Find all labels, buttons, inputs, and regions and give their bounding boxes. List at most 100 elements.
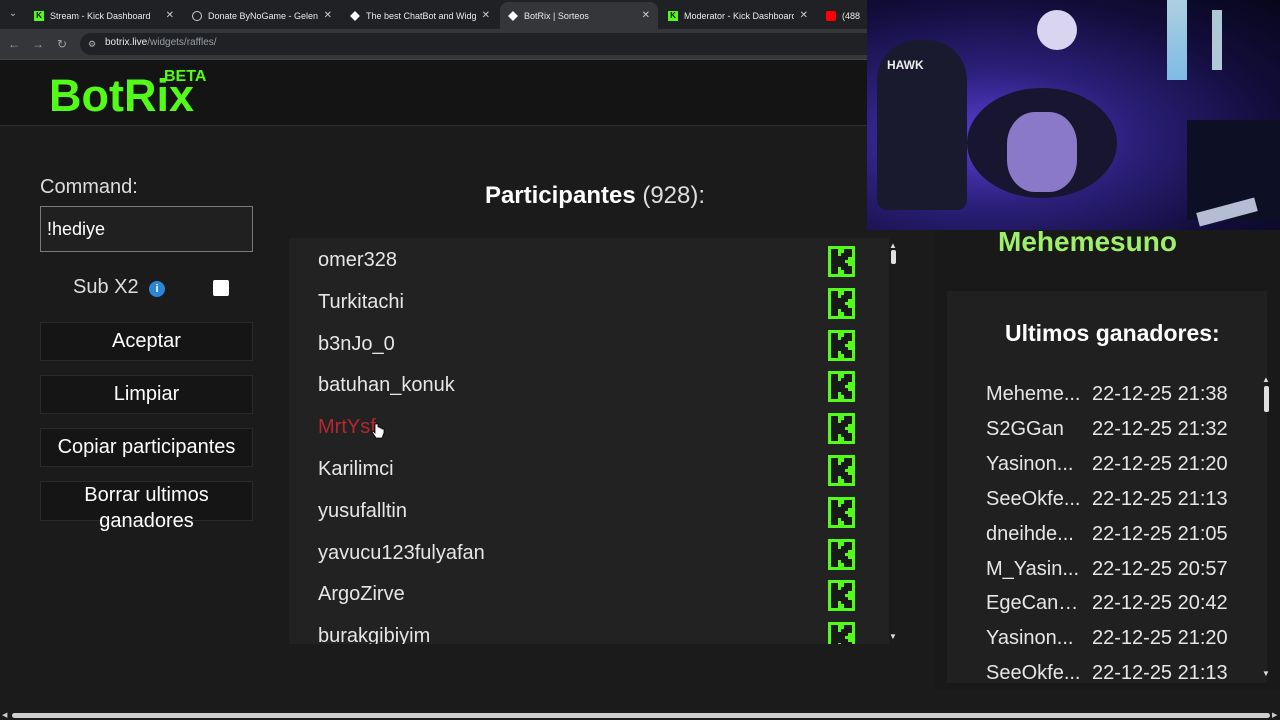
kick-icon: [828, 496, 855, 528]
participant-name[interactable]: b3nJo_0: [318, 333, 395, 356]
diamond-icon: [350, 10, 360, 21]
participant-name[interactable]: Karilimci: [318, 458, 394, 481]
close-icon[interactable]: ✕: [482, 10, 490, 21]
scroll-down-icon[interactable]: ▼: [1262, 669, 1270, 678]
command-input[interactable]: [40, 206, 253, 252]
horizontal-scrollbar[interactable]: [12, 713, 1270, 718]
kick-icon: K: [34, 10, 44, 21]
skull-decoration: [1037, 10, 1077, 50]
winner-row-name: Meheme...: [986, 383, 1081, 405]
scroll-right-icon[interactable]: ▶: [1272, 711, 1277, 719]
participant-name[interactable]: omer328: [318, 249, 397, 272]
diamond-icon: [508, 10, 518, 21]
participants-list[interactable]: omer328 Turkitachi b3nJo_0 batuhan_konuk Mrt…: [289, 238, 889, 644]
current-winner-name: Mehemesuno: [998, 226, 1177, 257]
participant-name[interactable]: yusufalltin: [318, 500, 407, 523]
winner-row-date: 22-12-25 21:13: [1092, 487, 1228, 510]
participants-scrollbar[interactable]: [891, 250, 896, 264]
reload-icon[interactable]: ↻: [54, 36, 70, 52]
winner-row-date: 22-12-25 21:38: [1092, 383, 1228, 405]
participant-name[interactable]: ArgoZirve: [318, 583, 405, 606]
sub-x2-checkbox[interactable]: [213, 280, 229, 296]
info-icon[interactable]: i: [149, 281, 165, 297]
winner-row-date: 22-12-25 21:20: [1092, 627, 1228, 650]
site-info-icon[interactable]: ⚙: [88, 38, 100, 50]
scroll-down-icon[interactable]: ▼: [888, 632, 898, 642]
scroll-left-icon[interactable]: ◀: [2, 711, 7, 719]
winner-row-name: S2GGan: [986, 417, 1064, 440]
participant-name[interactable]: Turkitachi: [318, 291, 404, 314]
globe-icon: [192, 10, 202, 21]
kick-icon: [828, 580, 855, 612]
kick-icon: [828, 455, 855, 486]
close-icon[interactable]: ✕: [642, 10, 650, 21]
delete-last-winners-button[interactable]: Borrar ultimos ganadores: [40, 481, 253, 532]
winner-row-date: 22-12-25 20:42: [1092, 592, 1228, 615]
tab-moderator[interactable]: K Moderator - Kick Dashboard ✕: [660, 2, 816, 29]
winner-row-name: SeeOkfe...: [986, 487, 1081, 510]
winner-row-name: EgeCann...: [986, 592, 1084, 615]
tab-search-button[interactable]: ⌄: [4, 4, 22, 24]
copy-participants-button[interactable]: Copiar participantes: [40, 428, 253, 467]
winner-row-date: 22-12-25 21:05: [1092, 522, 1228, 545]
webcam-overlay: HAWK: [867, 0, 1280, 230]
beta-badge: BETA: [164, 68, 207, 85]
clear-button[interactable]: Limpiar: [40, 375, 253, 414]
winner-row-name: SeeOkfe...: [986, 662, 1081, 685]
participant-name[interactable]: burakgibiyim: [318, 625, 430, 644]
tab-chatbot[interactable]: The best ChatBot and Widgets ✕: [342, 2, 498, 29]
participant-row[interactable]: b3nJo_0: [289, 322, 889, 364]
participant-name[interactable]: yavucu123fulyafan: [318, 542, 485, 565]
led-light: [1167, 0, 1187, 80]
tab-label: Stream - Kick Dashboard: [50, 10, 151, 21]
kick-icon: K: [668, 10, 678, 21]
last-winners-title: Ultimos ganadores:: [1005, 320, 1220, 346]
participants-title: Participantes (928):: [484, 182, 706, 209]
tab-donate[interactable]: Donate ByNoGame - Gelen/Gid ✕: [184, 2, 340, 29]
participant-row[interactable]: omer328: [289, 238, 889, 280]
participant-row[interactable]: burakgibiyim: [289, 614, 889, 644]
winner-row-name: Yasinon...: [986, 452, 1074, 475]
winner-row-date: 22-12-25 21:32: [1092, 417, 1228, 440]
sub-x2-label: Sub X2: [73, 276, 139, 298]
winner-row-name: M_Yasin...: [986, 557, 1079, 580]
kick-icon: [828, 538, 855, 570]
last-winners-scrollbar[interactable]: [1264, 386, 1269, 412]
winner-row-date: 22-12-25 21:20: [1092, 452, 1228, 475]
back-icon[interactable]: ←: [6, 36, 22, 52]
participant-row[interactable]: yusufalltin: [289, 489, 889, 531]
site-header: BotRix BETA: [0, 60, 868, 126]
tab-botrix-sorteos[interactable]: BotRix | Sorteos ✕: [500, 2, 658, 29]
chair-brand-text: HAWK: [887, 58, 924, 72]
tab-stream-dashboard[interactable]: K Stream - Kick Dashboard ✕: [26, 2, 182, 29]
tab-label: The best ChatBot and Widgets: [366, 10, 476, 21]
tab-youtube[interactable]: (4888): [818, 2, 868, 29]
close-icon[interactable]: ✕: [800, 10, 808, 21]
participant-row[interactable]: batuhan_konuk: [289, 363, 889, 405]
kick-icon: [828, 246, 855, 277]
participant-row[interactable]: yavucu123fulyafan: [289, 531, 889, 573]
participant-row[interactable]: Karilimci: [289, 447, 889, 489]
kick-icon: [828, 329, 855, 361]
participant-row[interactable]: ArgoZirve: [289, 572, 889, 614]
tab-label: Donate ByNoGame - Gelen/Gid: [208, 10, 318, 21]
kick-icon: [828, 413, 855, 445]
close-icon[interactable]: ✕: [324, 10, 332, 21]
led-light: [1212, 10, 1222, 70]
kick-icon: [828, 622, 855, 644]
url-text: botrix.live/widgets/raffles/: [105, 37, 217, 48]
accept-button[interactable]: Aceptar: [40, 322, 253, 361]
kick-icon: [828, 371, 855, 403]
participant-name[interactable]: MrtYsf: [318, 416, 376, 439]
forward-icon[interactable]: →: [30, 36, 46, 52]
winner-row-date: 22-12-25 21:13: [1092, 662, 1228, 685]
participant-name[interactable]: batuhan_konuk: [318, 374, 455, 397]
winner-row-name: dneihde...: [986, 522, 1074, 545]
winner-row-date: 22-12-25 20:57: [1092, 557, 1228, 580]
hand-cursor-icon: [371, 423, 385, 439]
participant-row[interactable]: Turkitachi: [289, 280, 889, 322]
streamer-face: [1007, 112, 1077, 192]
scroll-up-icon[interactable]: ▲: [1262, 375, 1270, 384]
tab-label: BotRix | Sorteos: [524, 10, 589, 21]
close-icon[interactable]: ✕: [166, 10, 174, 21]
